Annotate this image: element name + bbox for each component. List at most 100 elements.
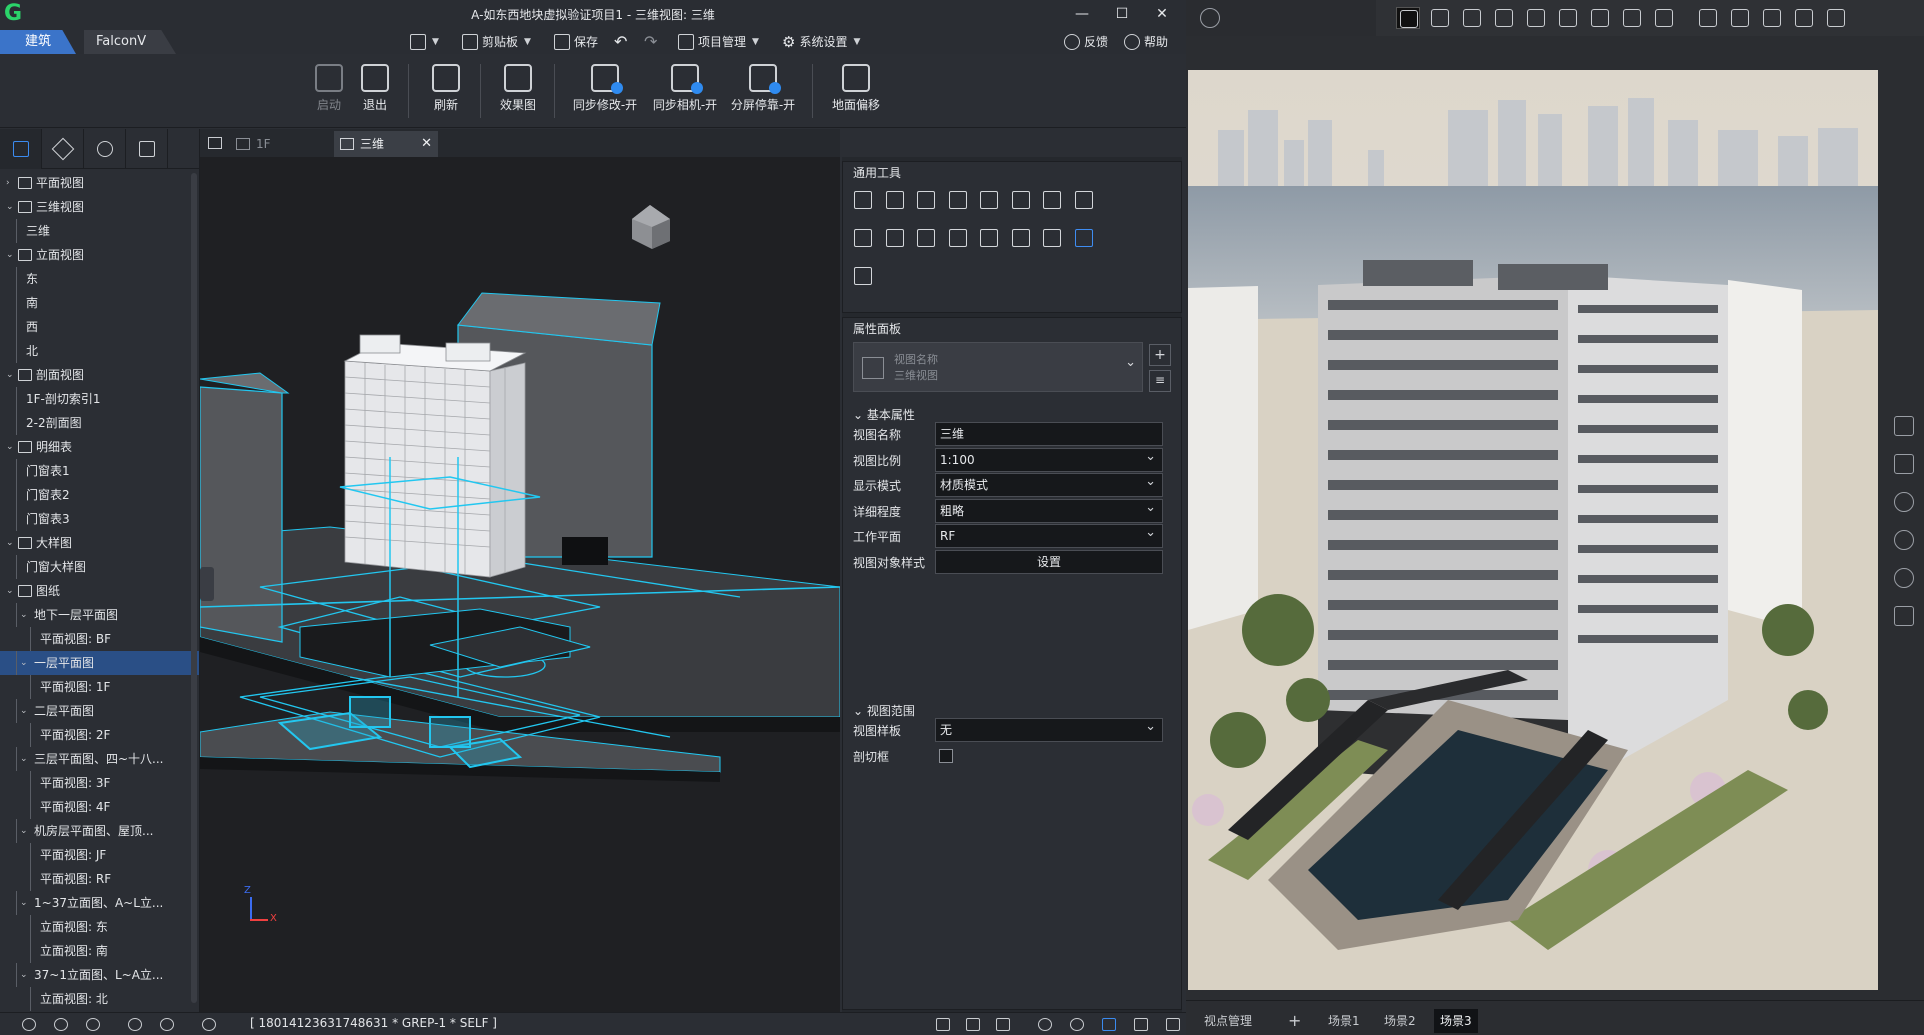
layers-alt-icon[interactable] [86, 1018, 100, 1031]
tree-item[interactable]: 门窗表1 [0, 459, 199, 483]
globe-icon[interactable] [1696, 7, 1720, 29]
workplane-icon[interactable] [996, 1018, 1010, 1031]
measure-icon[interactable] [851, 264, 875, 288]
browser-tab-location[interactable] [84, 129, 126, 169]
property-input[interactable]: 三维 [935, 422, 1163, 446]
property-select[interactable]: 无 [935, 716, 1163, 742]
tree-item[interactable]: 门窗表3 [0, 507, 199, 531]
chevron-down-icon[interactable]: ⌄ [6, 579, 16, 603]
tree-item[interactable]: 平面视图: 3F [0, 771, 199, 795]
chevron-down-icon[interactable]: ⌄ [20, 891, 30, 915]
type-selector[interactable]: 视图名称 三维视图 ⌄ [853, 342, 1143, 392]
tree-item[interactable]: ⌄ 剖面视图 [0, 363, 199, 387]
close-button[interactable]: ✕ [1142, 2, 1182, 26]
open-folder-button[interactable]: ▼ [410, 32, 439, 52]
tree-item[interactable]: ⌄ 图纸 [0, 579, 199, 603]
view-range-section[interactable]: ⌄ 视图范围 [853, 702, 915, 719]
tree-item[interactable]: ⌄ 地下一层平面图 [0, 603, 199, 627]
property-select[interactable]: 材质模式 [935, 471, 1163, 497]
tree-item[interactable]: 立面视图: 南 [0, 939, 199, 963]
ribbon-render-button[interactable]: 效果图 [496, 64, 540, 122]
chevron-down-icon[interactable]: ⌄ [6, 363, 16, 387]
maximize-button[interactable]: ☐ [1102, 2, 1142, 26]
chevron-down-icon[interactable]: ⌄ [20, 699, 30, 723]
rotate-icon[interactable] [914, 188, 938, 212]
shrub-icon[interactable] [1556, 7, 1580, 29]
tree-item[interactable]: ⌄ 二层平面图 [0, 699, 199, 723]
tree-item[interactable]: 平面视图: BF [0, 627, 199, 651]
edit-type-button[interactable]: ≡ [1149, 370, 1171, 392]
pin-icon[interactable] [1070, 1018, 1084, 1031]
tree-item[interactable]: 西 [0, 315, 199, 339]
tree-item[interactable]: ⌄ 大样图 [0, 531, 199, 555]
tree-item[interactable]: 立面视图: 东 [0, 915, 199, 939]
chevron-down-icon[interactable]: ⌄ [20, 651, 30, 675]
list-icon[interactable] [966, 1018, 980, 1031]
tree-item[interactable]: ⌄ 机房层平面图、屋顶... [0, 819, 199, 843]
person-icon[interactable] [1792, 7, 1816, 29]
redo-button[interactable]: ↷ [644, 32, 657, 52]
chevron-right-icon[interactable]: › [6, 171, 16, 195]
tab-building[interactable]: 建筑 [0, 30, 76, 54]
eye-icon[interactable] [22, 1018, 36, 1031]
tree-item[interactable]: ⌄ 三维视图 [0, 195, 199, 219]
power-icon[interactable] [1200, 8, 1220, 28]
tree-item[interactable]: ⌄ 37~1立面图、L~A立... [0, 963, 199, 987]
select-filter-icon[interactable] [202, 1018, 216, 1031]
plant-icon[interactable] [1620, 7, 1644, 29]
basic-properties-section[interactable]: ⌄ 基本属性 [853, 406, 915, 423]
tree-item[interactable]: 北 [0, 339, 199, 363]
ribbon-ground-offset-button[interactable]: 地面偏移 [828, 64, 884, 122]
close-tab-icon[interactable]: ✕ [421, 131, 432, 157]
tab-falconv[interactable]: FalconV [84, 30, 176, 54]
snap-icon[interactable] [1038, 1018, 1052, 1031]
ribbon-exit-button[interactable]: 退出 [358, 64, 392, 122]
tree-item[interactable]: 平面视图: 2F [0, 723, 199, 747]
panel-toggle-icon[interactable] [1134, 1018, 1148, 1031]
render-settings-button[interactable] [1888, 410, 1920, 442]
paint-bucket-icon[interactable] [1492, 7, 1516, 29]
undo-button[interactable]: ↶ [614, 32, 627, 52]
tree-item[interactable]: ⌄ 立面视图 [0, 243, 199, 267]
bulb-icon[interactable] [128, 1018, 142, 1031]
tree-item[interactable]: 三维 [0, 219, 199, 243]
mirror-icon[interactable] [977, 226, 1001, 250]
align-icon[interactable] [946, 188, 970, 212]
mirror-draw-icon[interactable] [1009, 226, 1033, 250]
grid-icon[interactable] [936, 1018, 950, 1031]
camera-button[interactable] [1888, 448, 1920, 480]
help-button[interactable]: 帮助 [1124, 32, 1168, 52]
extend-icon[interactable] [1040, 188, 1064, 212]
scene-tab[interactable]: 场景1 [1322, 1009, 1366, 1033]
tree-item[interactable]: 1F-剖切索引1 [0, 387, 199, 411]
offset-icon[interactable] [977, 188, 1001, 212]
property-select[interactable]: RF [935, 522, 1163, 548]
tree-item[interactable]: › 平面视图 [0, 171, 199, 195]
chevron-down-icon[interactable]: ⌄ [20, 603, 30, 627]
section-box-icon[interactable] [1102, 1018, 1116, 1031]
system-settings-button[interactable]: ⚙ 系统设置 ▼ [782, 32, 860, 52]
tree-item[interactable]: 平面视图: 4F [0, 795, 199, 819]
help-button[interactable] [1888, 562, 1920, 594]
trim-single-icon[interactable] [851, 226, 875, 250]
tree-item[interactable]: ⌄ 1~37立面图、A~L立... [0, 891, 199, 915]
tree-item[interactable]: 南 [0, 291, 199, 315]
tab-list-icon[interactable] [208, 137, 222, 149]
sun-icon[interactable] [1652, 7, 1676, 29]
tree-item[interactable]: ⌄ 明细表 [0, 435, 199, 459]
scene-tab[interactable]: 场景2 [1378, 1009, 1422, 1033]
tree-item[interactable]: 东 [0, 267, 199, 291]
viewpoint-manager-button[interactable]: 视点管理 [1198, 1009, 1258, 1033]
fullscreen-icon[interactable] [1166, 1018, 1180, 1031]
ribbon-refresh-button[interactable]: 刷新 [428, 64, 464, 122]
select-arrow-icon[interactable] [1396, 7, 1420, 29]
tree-item[interactable]: 平面视图: RF [0, 867, 199, 891]
view-cube[interactable] [632, 205, 670, 249]
minimize-button[interactable]: — [1062, 2, 1102, 26]
ribbon-sync-camera-button[interactable]: 同步相机-开 [648, 64, 722, 122]
project-manage-button[interactable]: 项目管理 ▼ [678, 32, 759, 52]
tree-item[interactable]: 平面视图: JF [0, 843, 199, 867]
object-style-settings-button[interactable]: 设置 [935, 549, 1163, 574]
scale-icon[interactable] [914, 226, 938, 250]
browser-scrollbar[interactable] [191, 173, 197, 1003]
